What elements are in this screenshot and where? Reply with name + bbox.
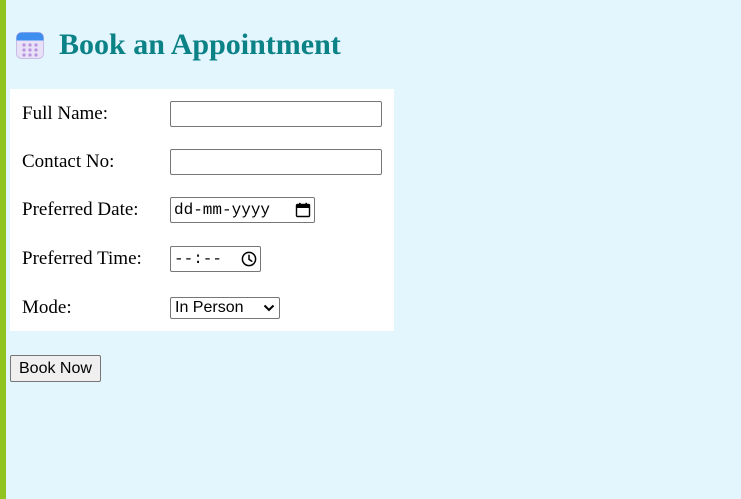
page-header: Book an Appointment <box>15 26 341 64</box>
mode-select[interactable]: In Person <box>170 297 280 319</box>
page-title: Book an Appointment <box>59 28 341 61</box>
chevron-down-icon <box>262 301 276 315</box>
preferred-date-label: Preferred Date: <box>22 199 139 220</box>
clock-icon[interactable] <box>241 251 257 267</box>
preferred-date-row: Preferred Date: dd-mm-yyyy <box>22 196 315 224</box>
contact-no-label: Contact No: <box>22 151 115 172</box>
preferred-time-label: Preferred Time: <box>22 248 142 269</box>
calendar-icon <box>15 30 45 60</box>
mode-row: Mode: In Person <box>22 294 280 322</box>
mode-selected-value: In Person <box>175 299 244 316</box>
preferred-time-row: Preferred Time: --:-- <box>22 245 261 273</box>
preferred-time-input[interactable]: --:-- <box>170 246 261 272</box>
contact-no-input[interactable] <box>170 149 382 175</box>
mode-label: Mode: <box>22 297 72 318</box>
time-placeholder: --:-- <box>174 250 223 268</box>
full-name-row: Full Name: <box>22 100 382 128</box>
left-accent-bar <box>0 0 6 499</box>
preferred-date-input[interactable]: dd-mm-yyyy <box>170 197 315 223</box>
book-now-button[interactable]: Book Now <box>10 355 101 382</box>
calendar-picker-icon[interactable] <box>295 202 311 218</box>
full-name-label: Full Name: <box>22 103 109 124</box>
full-name-input[interactable] <box>170 101 382 127</box>
appointment-form: Full Name: Contact No: Preferred Date: d… <box>10 89 394 331</box>
contact-no-row: Contact No: <box>22 148 382 176</box>
date-placeholder: dd-mm-yyyy <box>174 201 271 219</box>
